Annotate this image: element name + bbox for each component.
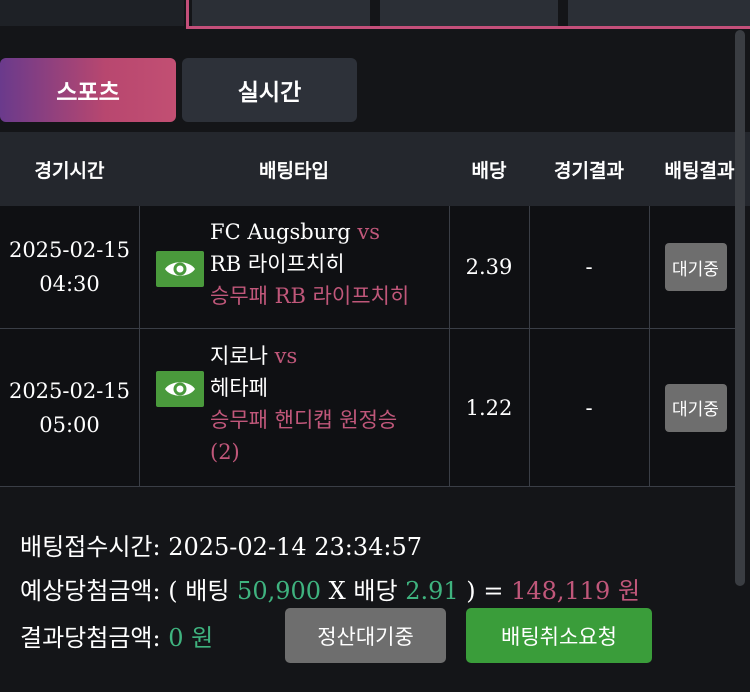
cancel-bet-button[interactable]: 배팅취소요청 (466, 608, 652, 663)
bet-pick: 승무패 RB 라이프치히 (210, 284, 410, 308)
vs-label: vs (357, 220, 381, 244)
table-row: 2025-02-15 04:30 FC Augsburg vs RB 라이프치히… (0, 206, 742, 328)
header-odds: 배당 (471, 159, 507, 182)
live-tab[interactable]: 실시간 (182, 58, 357, 122)
top-tab-4[interactable] (568, 0, 750, 26)
match-time-cell: 2025-02-15 05:00 (0, 329, 139, 486)
equals-sign: = (483, 577, 504, 605)
result-winnings: 결과당첨금액: 0 원 (20, 618, 213, 653)
table-header: 경기시간 배팅타입 배당 경기결과 배팅결과 (0, 132, 750, 206)
settlement-pending-button[interactable]: 정산대기중 (285, 608, 446, 663)
match-time-cell: 2025-02-15 04:30 (0, 206, 139, 328)
active-tab-border-bottom (186, 26, 750, 29)
view-details-button[interactable] (156, 371, 204, 407)
away-team: RB 라이프치히 (210, 252, 345, 276)
expected-amount: 148,119 원 (511, 577, 641, 605)
open-paren: ( (168, 577, 178, 605)
status-badge: 대기중 (664, 243, 727, 291)
scrollbar[interactable] (735, 30, 745, 586)
header-bet-type: 배팅타입 (259, 159, 329, 182)
odds-cell: 1.22 (465, 395, 513, 420)
expected-label: 예상당첨금액: (20, 577, 161, 605)
header-match-result: 경기결과 (554, 159, 624, 182)
bet-received-time: 배팅접수시간: 2025-02-14 23:34:57 (20, 527, 422, 562)
multiply-sign: X (328, 577, 346, 605)
view-details-button[interactable] (156, 251, 204, 287)
away-team: 헤타페 (210, 376, 268, 400)
top-tab-bar (0, 0, 750, 30)
total-odds: 2.91 (405, 577, 459, 605)
column-divider (139, 329, 140, 486)
top-tab-3[interactable] (380, 0, 558, 26)
row-divider (0, 486, 742, 487)
expected-winnings: 예상당첨금액: ( 배팅 50,900 X 배당 2.91 ) = 148,11… (20, 571, 640, 606)
result-amount: 0 원 (168, 624, 214, 652)
top-tab-2[interactable] (192, 0, 370, 26)
match-time: 04:30 (39, 272, 100, 296)
bet-amount: 50,900 (237, 577, 322, 605)
vs-label: vs (274, 344, 298, 368)
active-tab-border-left (186, 0, 189, 29)
odds-cell: 2.39 (465, 255, 513, 279)
eye-icon (165, 382, 195, 396)
home-team: 지로나 (210, 344, 268, 368)
match-time: 05:00 (39, 412, 100, 437)
column-divider (139, 206, 140, 328)
bet-type-cell: FC Augsburg vs RB 라이프치히 승무패 RB 라이프치히 (210, 216, 409, 312)
match-date: 2025-02-15 (8, 238, 131, 262)
top-tab-1[interactable] (0, 0, 184, 26)
match-result-cell: - (585, 395, 593, 420)
status-badge: 대기중 (664, 383, 727, 432)
bet-type-cell: 지로나 vs 헤타페 승무패 핸디캡 원정승 (2) (210, 340, 397, 468)
header-match-time: 경기시간 (34, 159, 105, 182)
bet-result-cell: 대기중 (649, 206, 742, 328)
match-date: 2025-02-15 (8, 378, 131, 403)
bet-received-label: 배팅접수시간: (20, 533, 161, 561)
bet-received-value: 2025-02-14 23:34:57 (168, 533, 423, 561)
bet-pick: 승무패 핸디캡 원정승 (210, 408, 398, 432)
bet-pick-continued: (2) (210, 440, 240, 464)
home-team: FC Augsburg (210, 220, 351, 244)
match-result-cell: - (585, 255, 593, 279)
bet-result-cell: 대기중 (649, 329, 742, 486)
bet-amount-label: 배팅 (185, 577, 230, 605)
close-paren: ) (466, 577, 476, 605)
sports-tab[interactable]: 스포츠 (0, 58, 176, 122)
table-row: 2025-02-15 05:00 지로나 vs 헤타페 승무패 핸디캡 원정승 … (0, 329, 742, 486)
eye-icon (165, 262, 195, 276)
result-label: 결과당첨금액: (20, 624, 161, 652)
total-odds-label: 배당 (353, 577, 398, 605)
